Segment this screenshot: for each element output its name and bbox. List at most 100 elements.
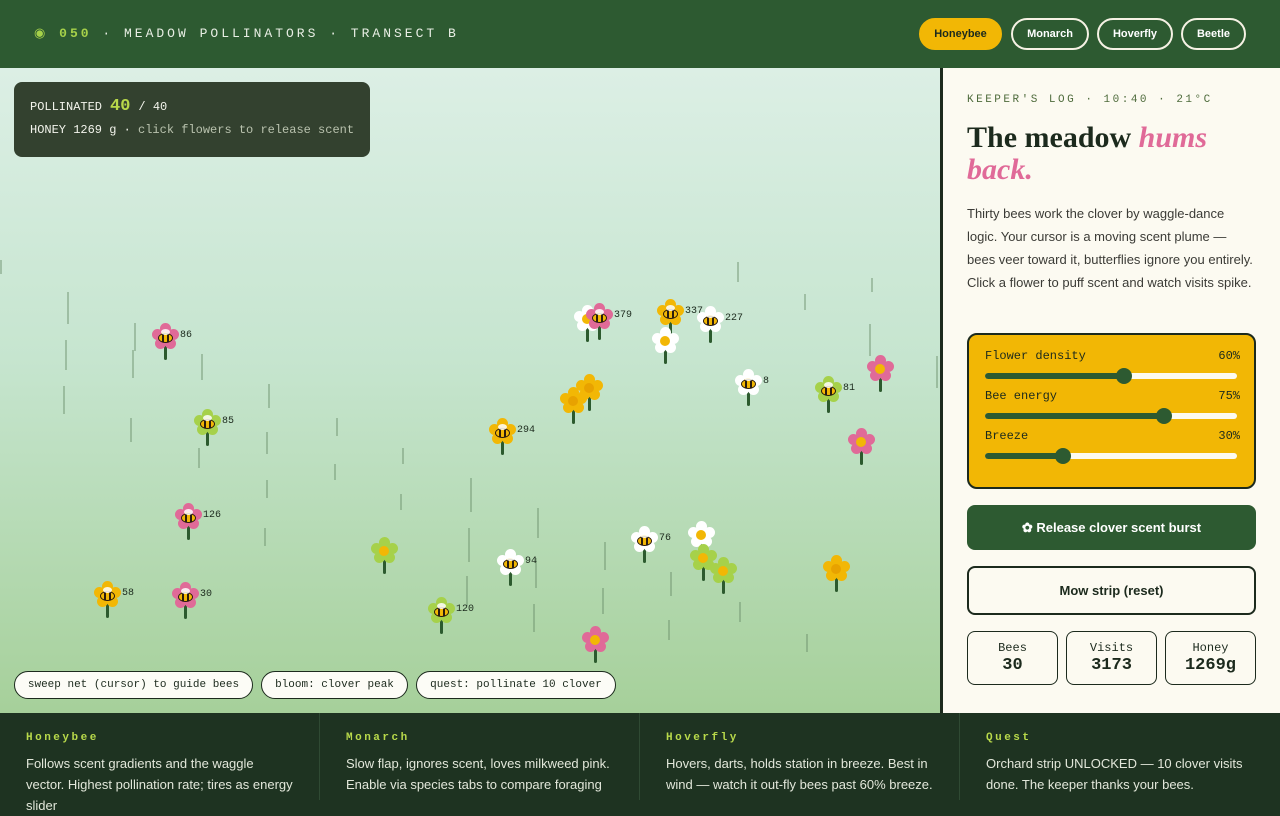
honey-readout: HONEY 1269 g · — [30, 123, 131, 137]
footer-title: Honeybee — [26, 732, 99, 744]
grass-blade — [602, 588, 604, 614]
flower-center — [856, 437, 866, 447]
score-hud: POLLINATED 40 / 40 HONEY 1269 g · click … — [14, 82, 370, 157]
top-bar: ◉ 050 · MEADOW POLLINATORS · TRANSECT B … — [0, 0, 1280, 68]
slider-track[interactable] — [985, 448, 1237, 464]
slider-handle[interactable] — [1155, 408, 1172, 424]
flower-head — [575, 374, 603, 401]
stat-label: Visits — [1089, 641, 1134, 655]
stat-label: Honey — [1192, 641, 1229, 655]
visit-count: 120 — [456, 604, 475, 615]
pill-quest: quest: pollinate 10 clover — [416, 671, 616, 699]
slider-value: 75% — [1218, 389, 1240, 403]
status-dot-icon: ◉ — [34, 26, 49, 41]
flower[interactable] — [708, 557, 740, 602]
flower[interactable] — [846, 428, 878, 473]
slider-value: 30% — [1218, 429, 1240, 443]
grass-blade — [336, 418, 338, 436]
bee-icon — [637, 532, 652, 546]
flower-head — [866, 355, 894, 382]
grass-blade — [739, 602, 741, 622]
visit-count: 58 — [122, 588, 135, 599]
bee-icon — [741, 375, 756, 389]
pill-sweep-net: sweep net (cursor) to guide bees — [14, 671, 253, 699]
grass-blade — [533, 604, 535, 632]
grass-blade — [537, 508, 539, 538]
stat-value: 30 — [1002, 656, 1023, 675]
mow-reset-button[interactable]: Mow strip (reset) — [967, 566, 1256, 615]
grass-blade — [936, 356, 938, 388]
footer-title: Quest — [986, 732, 1032, 744]
panel-headline: The meadow hums back. — [967, 122, 1257, 186]
stat-visits: Visits 3173 — [1066, 631, 1157, 685]
stat-value: 3173 — [1091, 656, 1132, 675]
grass-blade — [63, 386, 65, 414]
tab-beetle[interactable]: Beetle — [1181, 18, 1246, 50]
grass-blade — [266, 432, 268, 454]
visit-count: 8 — [763, 376, 770, 387]
footer-title: Hoverfly — [666, 732, 739, 744]
grass-blade — [67, 292, 69, 324]
pill-bloom: bloom: clover peak — [261, 671, 408, 699]
grass-blade — [0, 260, 2, 274]
bee-icon — [703, 312, 718, 326]
flower-center — [590, 635, 600, 645]
tab-monarch[interactable]: Monarch — [1011, 18, 1089, 50]
flower[interactable] — [865, 355, 897, 400]
grass-blade — [806, 634, 808, 652]
flower[interactable] — [369, 537, 401, 582]
flower[interactable] — [574, 374, 606, 419]
grass-blade — [134, 323, 136, 351]
grass-blade — [470, 478, 472, 512]
visit-count: 126 — [203, 510, 222, 521]
visit-count: 86 — [180, 330, 193, 341]
slider-fill — [985, 413, 1164, 419]
grass-blade — [65, 340, 67, 370]
flower[interactable] — [580, 626, 612, 671]
stat-label: Bees — [998, 641, 1027, 655]
slider-fill — [985, 373, 1124, 379]
footer-body: Hovers, darts, holds station in breeze. … — [666, 756, 933, 792]
flower[interactable] — [650, 327, 682, 372]
slider-value: 60% — [1218, 349, 1240, 363]
bee-icon — [503, 555, 518, 569]
grass-blade — [668, 620, 670, 640]
grass-blade — [334, 464, 336, 480]
flower-center — [831, 564, 841, 574]
meadow-field[interactable]: 86 85 126 58 30 294 94 120 379 337 227 8 81 76 POLLIN… — [0, 68, 940, 713]
grass-blade — [670, 572, 672, 596]
flower[interactable] — [821, 555, 853, 600]
grass-blade — [468, 528, 470, 562]
tab-honeybee[interactable]: Honeybee — [919, 18, 1002, 50]
slider-track[interactable] — [985, 408, 1237, 424]
visit-count: 76 — [659, 533, 672, 544]
grass-blade — [264, 528, 266, 546]
bee-icon — [100, 587, 115, 601]
slider-label: Breeze — [985, 429, 1029, 443]
slider-breeze: Breeze 30% — [985, 429, 1240, 469]
bee-icon — [158, 329, 173, 343]
slider-card: Flower density 60% Bee energy 75% Breeze… — [967, 333, 1256, 489]
visit-count: 227 — [725, 313, 744, 324]
slider-label: Bee energy — [985, 389, 1058, 403]
visit-count: 94 — [525, 556, 538, 567]
bee-icon — [200, 415, 215, 429]
slider-handle[interactable] — [1055, 448, 1072, 464]
grass-blade — [737, 262, 739, 282]
flower-center — [718, 566, 728, 576]
flower-center — [875, 364, 885, 374]
visit-count: 81 — [843, 383, 856, 394]
release-scent-button[interactable]: ✿ Release clover scent burst — [967, 505, 1256, 550]
slider-track[interactable] — [985, 368, 1237, 384]
keeper-panel: KEEPER'S LOG · 10:40 · 21°C The meadow h… — [943, 68, 1280, 713]
grass-blade — [869, 324, 871, 356]
slider-handle[interactable] — [1115, 368, 1132, 384]
hud-hint: click flowers to release scent — [138, 123, 355, 137]
app-title: ◉ 050 · MEADOW POLLINATORS · TRANSECT B — [34, 26, 459, 41]
footer-card-quest: Quest Orchard strip UNLOCKED — 10 clover… — [960, 713, 1280, 800]
tab-hoverfly[interactable]: Hoverfly — [1097, 18, 1173, 50]
pollinated-count: 40 — [110, 97, 131, 116]
flower-head — [370, 537, 398, 564]
slider-fill — [985, 453, 1064, 459]
footer-title: Monarch — [346, 732, 410, 744]
